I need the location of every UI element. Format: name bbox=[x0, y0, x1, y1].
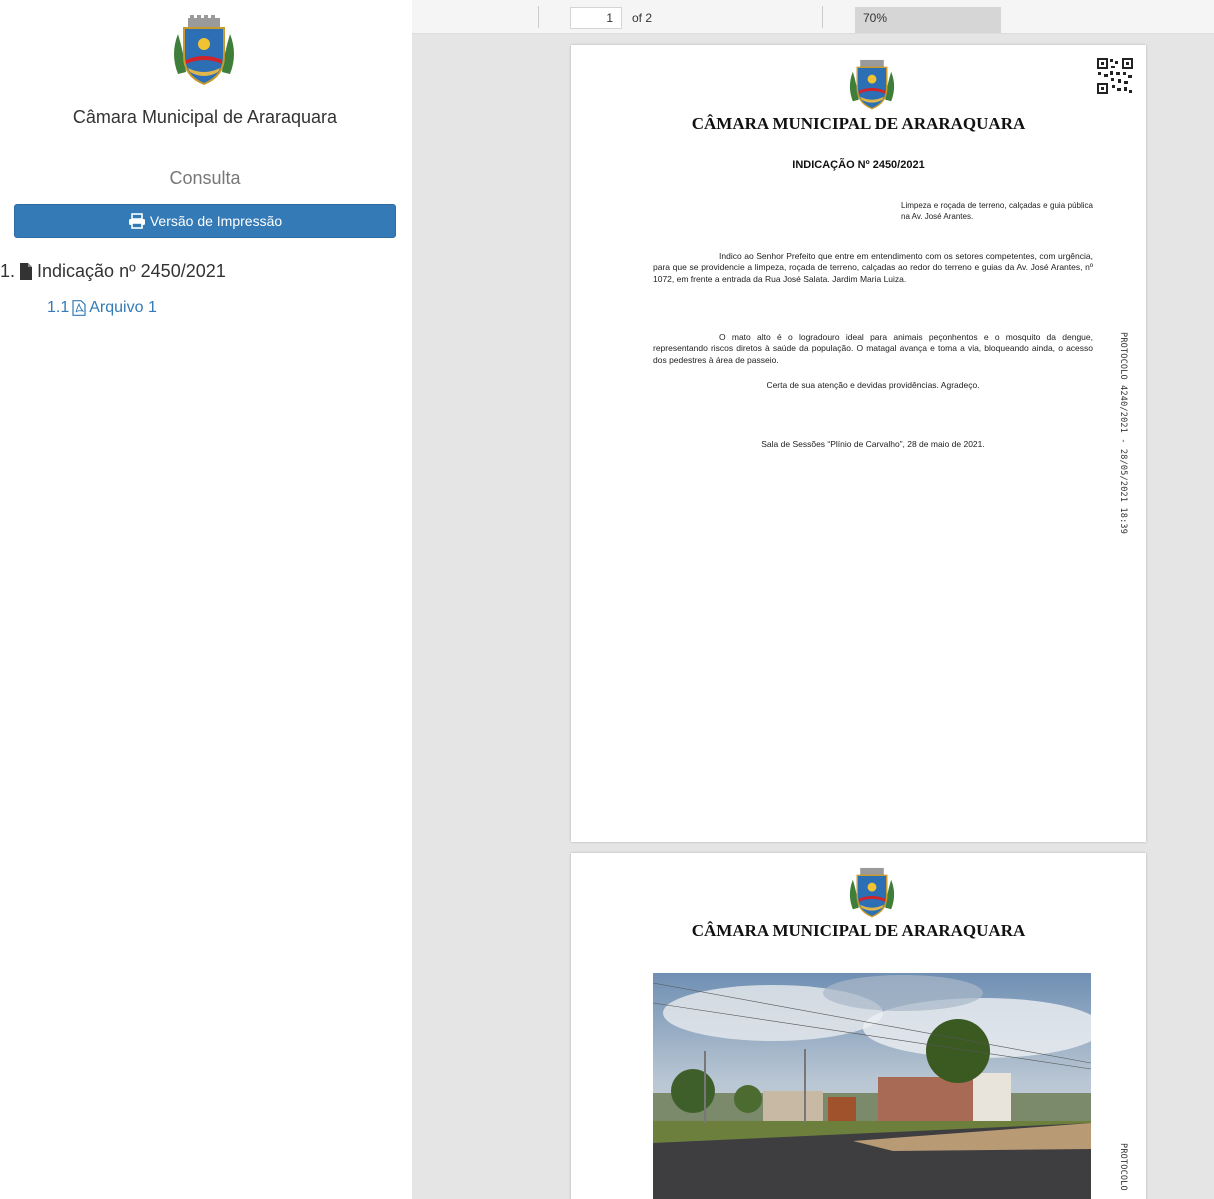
page-crest-logo bbox=[849, 867, 895, 918]
organization-name: Câmara Municipal de Araraquara bbox=[72, 107, 338, 127]
tree-item-label: Indicação nº 2450/2021 bbox=[37, 261, 226, 281]
tree-child-number: 1.1 bbox=[47, 299, 70, 316]
toolbar-divider bbox=[822, 6, 823, 28]
tree-child-label: Arquivo 1 bbox=[89, 299, 157, 316]
pdf-file-icon bbox=[72, 300, 86, 316]
document-paragraph: Indico ao Senhor Prefeito que entre em e… bbox=[653, 251, 1093, 284]
zoom-select[interactable]: 70% bbox=[855, 7, 1001, 33]
page-number-input[interactable]: 1 bbox=[570, 7, 622, 29]
printer-icon bbox=[128, 213, 145, 229]
page-total-label: of 2 bbox=[632, 11, 653, 25]
print-version-button[interactable]: Versão de Impressão bbox=[14, 204, 396, 238]
toolbar-divider bbox=[538, 6, 539, 28]
protocol-stamp: PROTOCOLO bbox=[1118, 1143, 1128, 1191]
tree-item-indicacao[interactable]: 1. Indicação nº 2450/2021 bbox=[0, 261, 226, 282]
print-version-label: Versão de Impressão bbox=[149, 213, 283, 229]
sidebar: Câmara Municipal de Araraquara Consulta … bbox=[0, 0, 412, 1199]
page-header-title: CÂMARA MUNICIPAL DE ARARAQUARA bbox=[691, 114, 1026, 133]
city-crest-logo bbox=[174, 15, 234, 86]
document-closing: Certa de sua atenção e devidas providênc… bbox=[766, 380, 980, 390]
document-paragraph: O mato alto é o logradouro ideal para an… bbox=[653, 332, 1093, 365]
tree-item-number: 1. bbox=[0, 261, 16, 281]
street-photo bbox=[653, 973, 1091, 1199]
document-signature-place: Sala de Sessões “Plínio de Carvalho”, 28… bbox=[761, 439, 985, 449]
qr-code bbox=[1096, 57, 1134, 95]
section-title: Consulta bbox=[169, 168, 241, 188]
tree-item-arquivo[interactable]: 1.1 Arquivo 1 bbox=[47, 299, 157, 317]
pdf-toolbar: 1 of 2 70% bbox=[412, 0, 1214, 34]
protocol-stamp: PROTOCOLO 4240/2021 - 28/05/2021 18:39 bbox=[1118, 332, 1128, 535]
file-icon bbox=[20, 263, 33, 280]
pdf-viewer: 1 of 2 70% CÂMARA MUNICIPAL DE ARARAQUAR… bbox=[412, 0, 1214, 1199]
document-title: INDICAÇÃO Nº 2450/2021 bbox=[792, 159, 925, 171]
pdf-page-1: CÂMARA MUNICIPAL DE ARARAQUARA INDICAÇÃO… bbox=[571, 45, 1146, 842]
page-crest-logo bbox=[849, 59, 895, 110]
page-header-title: CÂMARA MUNICIPAL DE ARARAQUARA bbox=[691, 921, 1026, 940]
document-summary: Limpeza e roçada de terreno, calçadas e … bbox=[901, 201, 1093, 221]
pdf-page-2: CÂMARA MUNICIPAL DE ARARAQUARA PROTOCOLO bbox=[571, 853, 1146, 1199]
